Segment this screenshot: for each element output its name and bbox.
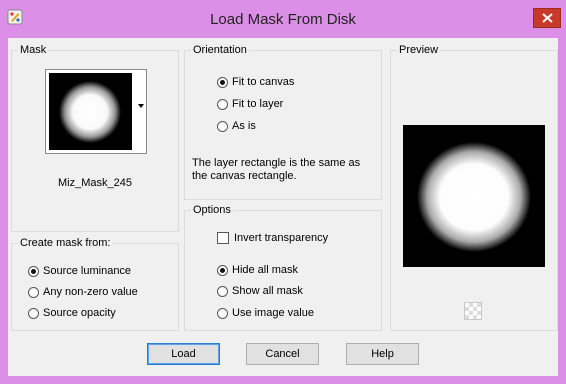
transparency-checker-icon[interactable] [464, 302, 482, 320]
radio-label: Any non-zero value [43, 286, 138, 298]
load-button[interactable]: Load [147, 343, 220, 365]
dialog-window: Load Mask From Disk Mask Miz_Mask_245 Cr… [0, 0, 566, 384]
radio-button[interactable] [217, 76, 228, 88]
close-icon [542, 13, 553, 23]
orientation-legend: Orientation [191, 44, 249, 57]
radio-button[interactable] [217, 264, 228, 276]
title-bar[interactable]: Load Mask From Disk [0, 0, 566, 40]
radio-label: As is [232, 120, 256, 132]
radio-label: Fit to canvas [232, 76, 295, 88]
radio-fit-to-layer[interactable]: Fit to layer [217, 96, 283, 112]
mask-name: Miz_Mask_245 [58, 177, 132, 189]
radio-use-image-value[interactable]: Use image value [217, 305, 314, 321]
mask-group: Mask Miz_Mask_245 [11, 44, 179, 232]
options-legend: Options [191, 204, 233, 217]
invert-transparency-checkbox-row[interactable]: Invert transparency [217, 230, 328, 246]
radio-label: Hide all mask [232, 264, 299, 276]
invert-transparency-checkbox[interactable] [217, 232, 229, 244]
radio-source-opacity[interactable]: Source opacity [28, 305, 116, 321]
create-mask-legend: Create mask from: [18, 237, 113, 250]
close-button[interactable] [533, 8, 561, 28]
radio-button[interactable] [217, 98, 228, 110]
dialog-client: Mask Miz_Mask_245 Create mask from: Sour… [8, 38, 558, 376]
radio-show-all-mask[interactable]: Show all mask [217, 283, 303, 299]
radio-button[interactable] [28, 286, 39, 298]
help-button[interactable]: Help [346, 343, 419, 365]
radio-button[interactable] [217, 120, 228, 132]
options-group: Options Invert transparency Hide all mas… [184, 204, 382, 331]
radio-any-non-zero[interactable]: Any non-zero value [28, 284, 138, 300]
cancel-button[interactable]: Cancel [246, 343, 319, 365]
radio-label: Source opacity [43, 307, 116, 319]
preview-legend: Preview [397, 44, 441, 57]
radio-label: Use image value [232, 307, 314, 319]
mask-thumbnail-picker[interactable] [45, 69, 147, 154]
radio-button[interactable] [28, 307, 39, 319]
dropdown-arrow-icon[interactable] [138, 104, 144, 108]
radio-label: Show all mask [232, 285, 303, 297]
create-mask-group: Create mask from: Source luminance Any n… [11, 237, 179, 331]
radio-hide-all-mask[interactable]: Hide all mask [217, 262, 298, 278]
mask-legend: Mask [18, 44, 49, 57]
radio-as-is[interactable]: As is [217, 118, 256, 134]
orientation-info: The layer rectangle is the same as the c… [192, 157, 361, 182]
radio-label: Fit to layer [232, 98, 284, 110]
window-title: Load Mask From Disk [210, 11, 356, 28]
radio-button[interactable] [28, 265, 39, 277]
radio-fit-to-canvas[interactable]: Fit to canvas [217, 74, 294, 90]
radio-source-luminance[interactable]: Source luminance [28, 263, 131, 279]
checkbox-label: Invert transparency [234, 232, 329, 244]
radio-label: Source luminance [43, 265, 132, 277]
radio-button[interactable] [217, 307, 228, 319]
radio-button[interactable] [217, 285, 228, 297]
orientation-group: Orientation Fit to canvas Fit to layer A… [184, 44, 382, 200]
preview-group: Preview [390, 44, 558, 331]
preview-image [403, 125, 545, 267]
mask-thumbnail [49, 73, 132, 150]
